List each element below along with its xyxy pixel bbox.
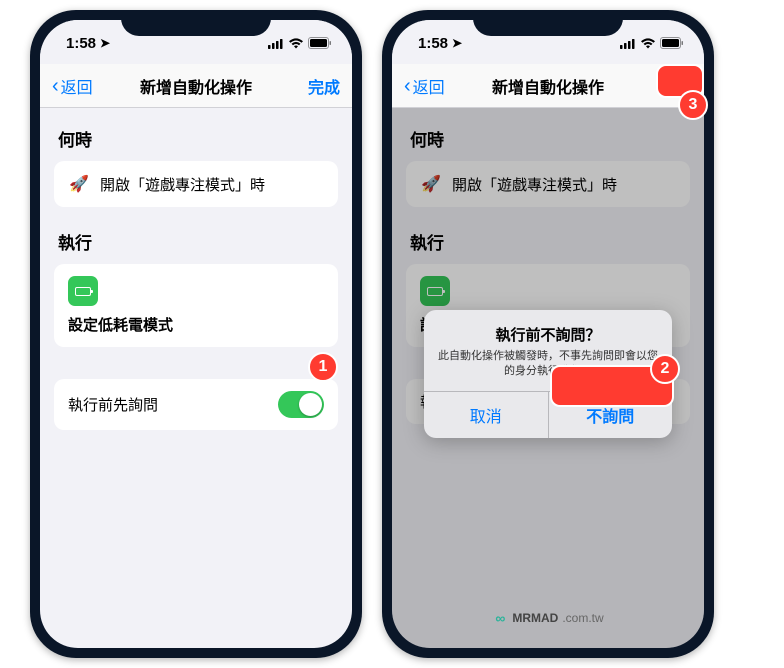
screen-right: 1:58 ➤ ‹ 返回 新增自動化操作 完成 — [392, 20, 704, 648]
content: 何時 🚀 開啟「遊戲專注模式」時 執行 設定低耗電模式 執行前先詢問 — [40, 108, 352, 448]
battery-icon — [308, 37, 332, 49]
battery-icon — [660, 37, 684, 49]
notch — [473, 10, 623, 36]
back-button[interactable]: ‹ 返回 — [52, 74, 93, 98]
back-label: 返回 — [61, 74, 93, 98]
when-card[interactable]: 🚀 開啟「遊戲專注模式」時 — [406, 161, 690, 207]
status-right — [620, 37, 684, 49]
ask-before-run-switch[interactable] — [278, 391, 324, 418]
when-text: 開啟「遊戲專注模式」時 — [452, 174, 617, 195]
watermark-brand: MRMAD — [512, 611, 558, 625]
chevron-left-icon: ‹ — [404, 76, 411, 96]
location-icon: ➤ — [100, 36, 110, 50]
watermark-icon: ∞ — [492, 610, 508, 626]
rocket-icon: 🚀 — [420, 173, 442, 195]
alert-title: 執行前不詢問？ — [438, 324, 658, 345]
signal-icon — [620, 38, 636, 49]
nav-title: 新增自動化操作 — [140, 74, 252, 98]
toggle-label: 執行前先詢問 — [68, 394, 158, 415]
location-icon: ➤ — [452, 36, 462, 50]
alert-confirm-button[interactable]: 不詢問 — [548, 392, 673, 438]
low-power-icon — [68, 276, 98, 306]
nav-title: 新增自動化操作 — [492, 74, 604, 98]
rocket-icon: 🚀 — [68, 173, 90, 195]
confirm-alert: 執行前不詢問？ 此自動化操作被觸發時，不事先詢問即會以您的身分執行動作。 取消 … — [424, 310, 672, 438]
status-right — [268, 37, 332, 49]
screen-left: 1:58 ➤ ‹ 返回 新增自動化操作 完成 — [40, 20, 352, 648]
chevron-left-icon: ‹ — [52, 76, 59, 96]
alert-message: 此自動化操作被觸發時，不事先詢問即會以您的身分執行動作。 — [438, 349, 658, 379]
phone-frame-left: 1:58 ➤ ‹ 返回 新增自動化操作 完成 — [30, 10, 362, 658]
section-do-header: 執行 — [410, 229, 686, 254]
nav-bar: ‹ 返回 新增自動化操作 完成 — [392, 64, 704, 108]
watermark: ∞ MRMAD .com.tw — [492, 610, 603, 626]
callout-badge-2: 2 — [650, 354, 680, 384]
alert-cancel-button[interactable]: 取消 — [424, 392, 548, 438]
watermark-domain: .com.tw — [562, 611, 603, 625]
back-button[interactable]: ‹ 返回 — [404, 74, 445, 98]
section-do-header: 執行 — [58, 229, 334, 254]
status-time: 1:58 — [66, 35, 96, 52]
when-text: 開啟「遊戲專注模式」時 — [100, 174, 265, 195]
wifi-icon — [288, 38, 304, 49]
signal-icon — [268, 38, 284, 49]
phone-frame-right: 1:58 ➤ ‹ 返回 新增自動化操作 完成 — [382, 10, 714, 658]
wifi-icon — [640, 38, 656, 49]
section-when-header: 何時 — [58, 126, 334, 151]
done-button[interactable]: 完成 — [308, 74, 340, 98]
status-time: 1:58 — [418, 35, 448, 52]
when-card[interactable]: 🚀 開啟「遊戲專注模式」時 — [54, 161, 338, 207]
status-left: 1:58 ➤ — [66, 35, 110, 52]
back-label: 返回 — [413, 74, 445, 98]
callout-badge-3: 3 — [678, 90, 708, 120]
nav-bar: ‹ 返回 新增自動化操作 完成 — [40, 64, 352, 108]
status-left: 1:58 ➤ — [418, 35, 462, 52]
ask-before-run-row: 執行前先詢問 — [54, 379, 338, 430]
do-text: 設定低耗電模式 — [68, 314, 324, 335]
do-card[interactable]: 設定低耗電模式 — [54, 264, 338, 347]
callout-badge-1: 1 — [308, 352, 338, 382]
low-power-icon — [420, 276, 450, 306]
section-when-header: 何時 — [410, 126, 686, 151]
notch — [121, 10, 271, 36]
